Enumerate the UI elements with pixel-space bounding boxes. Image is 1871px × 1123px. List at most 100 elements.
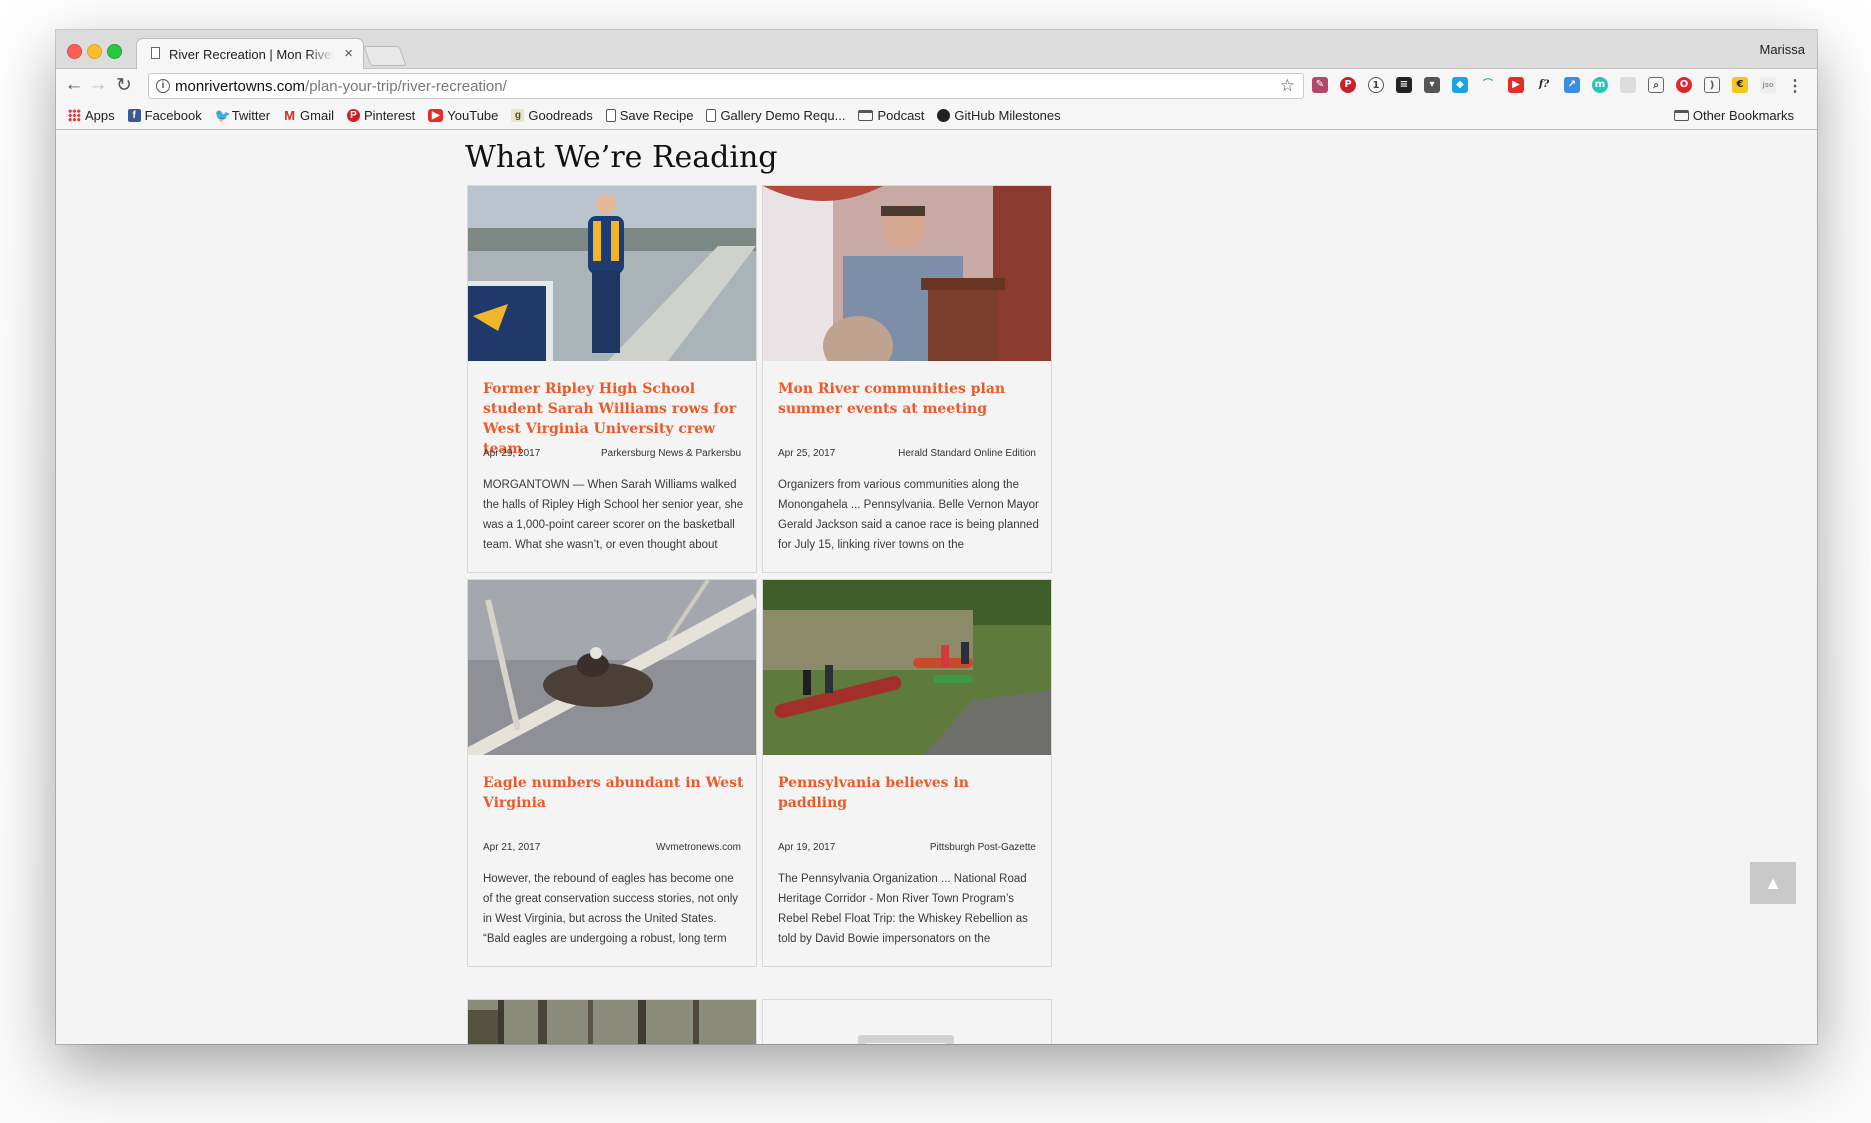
active-tab[interactable]: River Recreation | Mon River Towns ×: [136, 38, 364, 69]
extensions-bar: ✎ P 1 ≡ ▾ ◆ ⌒ ▶ f? ↗ m ⌕ O ) € jso: [1312, 77, 1788, 93]
page-icon: [151, 47, 160, 59]
chevron-up-icon: ▲: [1764, 873, 1782, 893]
article-card[interactable]: Pennsylvania believes in paddling Apr 19…: [762, 579, 1052, 967]
article-date: Apr 25, 2017: [778, 448, 836, 459]
pocket-extension-icon[interactable]: ▾: [1424, 77, 1440, 93]
bookmark-pinterest[interactable]: P Pinterest: [346, 108, 415, 123]
bookmark-twitter[interactable]: 🐦 Twitter: [215, 108, 270, 123]
document-icon: [605, 109, 616, 122]
article-image-kayaks[interactable]: [763, 580, 1051, 755]
pinterest-extension-icon[interactable]: P: [1340, 77, 1356, 93]
article-source: Parkersburg News & Parkersburg Sentinel: [601, 448, 741, 459]
facebook-icon: f: [127, 109, 141, 122]
minimize-window-button[interactable]: [87, 44, 102, 59]
reload-icon[interactable]: ↻: [114, 74, 134, 97]
tab-close-icon[interactable]: ×: [344, 45, 353, 62]
extension-icon[interactable]: €: [1732, 77, 1748, 93]
bookmark-star-icon[interactable]: ☆: [1280, 76, 1295, 96]
bookmark-save-recipe[interactable]: Save Recipe: [605, 108, 693, 123]
photo-kayaks-riverbank: [763, 580, 1051, 755]
pinterest-icon: P: [346, 109, 360, 122]
article-source: Herald Standard Online Edition: [898, 448, 1036, 459]
article-image-eagle-nest[interactable]: [468, 580, 756, 755]
bookmark-goodreads[interactable]: g Goodreads: [511, 108, 593, 123]
extension-icon[interactable]: jso: [1760, 77, 1776, 93]
extension-icon[interactable]: [1620, 77, 1636, 93]
back-arrow-icon[interactable]: ←: [64, 74, 84, 96]
article-grid-row-3: [467, 999, 1053, 1044]
document-icon: [706, 109, 717, 122]
bookmark-youtube[interactable]: ▶ YouTube: [428, 108, 498, 123]
close-window-button[interactable]: [67, 44, 82, 59]
article-card[interactable]: Eagle numbers abundant in West Virginia …: [467, 579, 757, 967]
photo-forest: [468, 1000, 756, 1044]
article-source: Pittsburgh Post-Gazette: [929, 842, 1036, 853]
youtube-extension-icon[interactable]: ▶: [1508, 77, 1524, 93]
bookmark-github-milestones[interactable]: GitHub Milestones: [937, 108, 1061, 123]
bookmark-facebook[interactable]: f Facebook: [127, 108, 202, 123]
image-placeholder-icon: [858, 1035, 954, 1044]
info-icon[interactable]: i: [156, 79, 170, 93]
article-excerpt: MORGANTOWN — When Sarah Williams walked …: [483, 479, 744, 551]
tab-strip: River Recreation | Mon River Towns × Mar…: [56, 30, 1817, 69]
article-excerpt: Organizers from various communities alon…: [778, 479, 1039, 551]
photo-eagle-nest: [468, 580, 756, 755]
address-bar[interactable]: i monrivertowns.com/plan-your-trip/river…: [148, 73, 1304, 99]
article-card[interactable]: Mon River communities plan summer events…: [762, 185, 1052, 573]
folder-icon: [858, 110, 874, 121]
browser-toolbar: ← → ↻ i monrivertowns.com/plan-your-trip…: [56, 69, 1817, 103]
new-tab-button[interactable]: [363, 46, 407, 66]
bookmark-gallery-demo[interactable]: Gallery Demo Requ...: [706, 108, 845, 123]
other-bookmarks-folder[interactable]: Other Bookmarks: [1673, 108, 1794, 123]
profile-name[interactable]: Marissa: [1759, 42, 1805, 57]
article-image-rower[interactable]: [468, 186, 756, 361]
opera-extension-icon[interactable]: O: [1676, 77, 1692, 93]
article-title[interactable]: Former Ripley High School student Sarah …: [483, 379, 745, 459]
scroll-to-top-button[interactable]: ▲: [1750, 862, 1796, 904]
menu-icon[interactable]: ⋮: [1787, 76, 1803, 96]
extension-icon[interactable]: m: [1592, 77, 1608, 93]
article-title[interactable]: Eagle numbers abundant in West Virginia: [483, 773, 745, 813]
article-card[interactable]: [762, 999, 1052, 1044]
extension-icon[interactable]: ✎: [1312, 77, 1328, 93]
bookmark-podcast-folder[interactable]: Podcast: [858, 108, 924, 123]
url-text[interactable]: monrivertowns.com/plan-your-trip/river-r…: [175, 78, 507, 95]
extension-icon[interactable]: ⌕: [1648, 77, 1664, 93]
extension-icon[interactable]: ↗: [1564, 77, 1580, 93]
browser-window: River Recreation | Mon River Towns × Mar…: [56, 30, 1817, 1044]
goodreads-icon: g: [511, 109, 525, 122]
article-date: Apr 29, 2017: [483, 448, 541, 459]
extension-icon[interactable]: ⌒: [1480, 77, 1496, 93]
maximize-window-button[interactable]: [107, 44, 122, 59]
article-title[interactable]: Mon River communities plan summer events…: [778, 379, 1040, 419]
article-card[interactable]: [467, 999, 757, 1044]
article-card[interactable]: Former Ripley High School student Sarah …: [467, 185, 757, 573]
gmail-icon: M: [284, 108, 295, 123]
bookmarks-bar: Apps f Facebook 🐦 Twitter M Gmail P Pinteres…: [56, 103, 1817, 130]
article-source: Wvmetronews.com: [655, 842, 741, 853]
youtube-icon: ▶: [428, 109, 444, 122]
article-date: Apr 21, 2017: [483, 842, 541, 853]
github-icon: [937, 109, 951, 122]
twitter-icon: 🐦: [214, 108, 231, 123]
apps-grid-icon: [68, 109, 81, 122]
font-extension-icon[interactable]: f?: [1536, 77, 1552, 93]
cast-icon[interactable]: ): [1704, 77, 1720, 93]
bookmark-apps[interactable]: Apps: [68, 108, 115, 123]
section-title: What We’re Reading: [465, 140, 778, 175]
tab-title: River Recreation | Mon River Towns: [169, 47, 334, 62]
bookmark-gmail[interactable]: M Gmail: [283, 108, 334, 123]
forward-arrow-icon[interactable]: →: [88, 74, 108, 96]
buffer-extension-icon[interactable]: ≡: [1396, 77, 1412, 93]
article-image-forest[interactable]: [468, 1000, 756, 1044]
photo-speaker-at-podium: [763, 186, 1051, 361]
article-excerpt: The Pennsylvania Organization ... Nation…: [778, 873, 1028, 945]
onepassword-extension-icon[interactable]: 1: [1368, 77, 1384, 93]
article-excerpt: However, the rebound of eagles has becom…: [483, 873, 739, 945]
article-title[interactable]: Pennsylvania believes in paddling: [778, 773, 1040, 813]
article-date: Apr 19, 2017: [778, 842, 836, 853]
photo-rower-on-dock: [468, 186, 756, 361]
article-image-speaker[interactable]: [763, 186, 1051, 361]
extension-icon[interactable]: ◆: [1452, 77, 1468, 93]
folder-icon: [1673, 110, 1689, 121]
